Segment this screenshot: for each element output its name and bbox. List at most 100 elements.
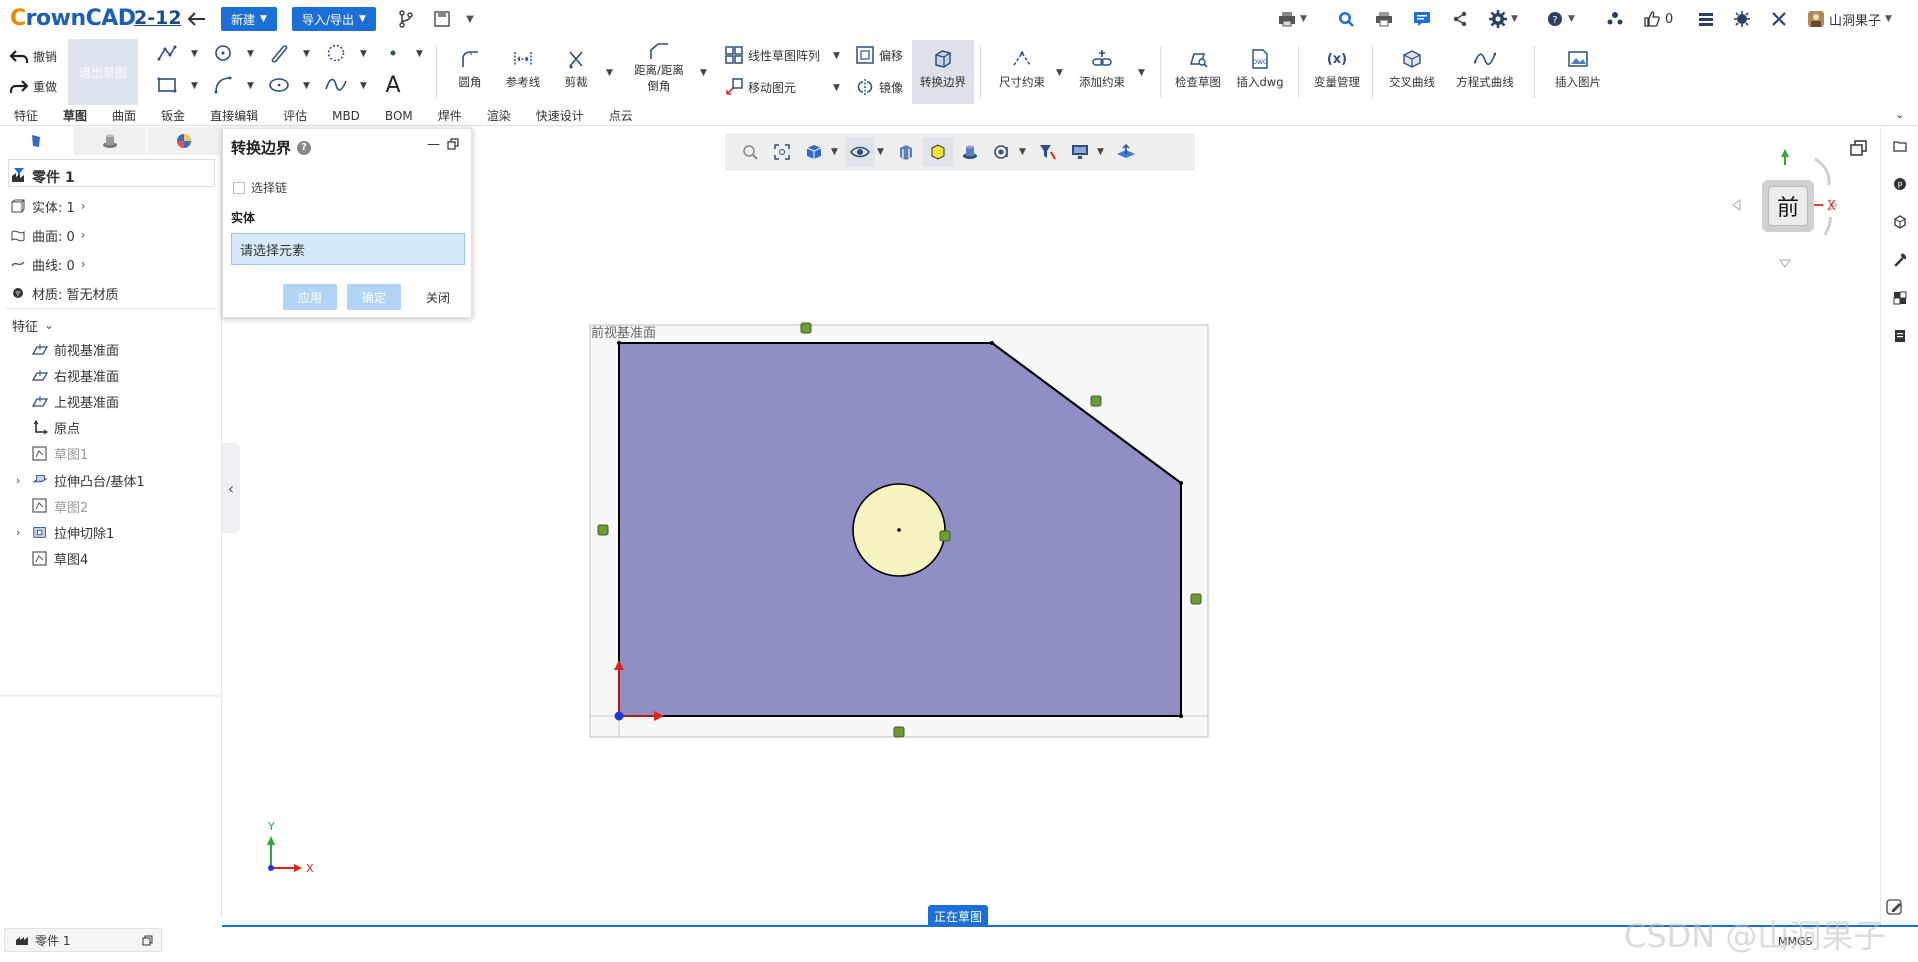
settings-button[interactable]: ▼ [1489, 8, 1518, 30]
rotate-down-icon[interactable] [1779, 259, 1791, 268]
tab-0[interactable]: 特征 [0, 106, 49, 126]
expand-chevron-icon[interactable]: › [16, 526, 26, 539]
chevron-down-icon[interactable]: ▼ [877, 147, 889, 157]
expand-chevron-icon[interactable]: › [16, 474, 26, 487]
rotate-ccw-arrow-icon[interactable] [1823, 216, 1832, 236]
appearance-grid-icon[interactable] [1891, 289, 1909, 307]
sketch-vertex[interactable] [617, 341, 621, 345]
collapse-panel-button[interactable]: ‹ [222, 443, 240, 533]
help-icon[interactable]: ? [297, 140, 312, 155]
chevron-down-icon[interactable]: ▼ [833, 51, 840, 61]
entity-selection-box[interactable]: 请选择元素 [231, 233, 465, 265]
sketch-vertex[interactable] [1179, 714, 1183, 718]
document-tab-part[interactable]: 零件 1 [4, 928, 162, 952]
tree-item[interactable]: › 拉伸凸台/基体1 [16, 468, 145, 492]
origin-point[interactable] [614, 711, 624, 721]
collapse-ribbon-chevron-icon[interactable]: ⌄ [1895, 108, 1904, 121]
chevron-down-icon[interactable]: ▼ [191, 81, 198, 91]
linear-sketch-pattern-button[interactable]: 线性草图阵列 [725, 46, 820, 64]
minimize-icon[interactable]: — [427, 137, 440, 152]
zoom-icon[interactable] [735, 137, 765, 167]
plugin-button[interactable] [1733, 8, 1751, 30]
restore-window-icon[interactable] [1850, 140, 1870, 160]
offset-button[interactable]: 偏移 [856, 46, 903, 64]
tab-10[interactable]: 快速设计 [522, 106, 595, 126]
tab-2[interactable]: 曲面 [98, 106, 147, 126]
branch-icon[interactable] [396, 9, 416, 29]
mirror-button[interactable]: 镜像 [856, 78, 903, 96]
print-layout-button[interactable]: ▼ [1278, 8, 1307, 30]
monitor-icon[interactable] [1065, 137, 1095, 167]
save-icon[interactable] [432, 9, 452, 29]
horizontal-constraint-marker[interactable] [893, 726, 905, 738]
tab-assembly[interactable] [73, 127, 148, 155]
tree-item[interactable]: 草图4 [16, 547, 88, 571]
tab-9[interactable]: 渲染 [473, 106, 522, 126]
chevron-down-icon[interactable]: ▼ [303, 49, 310, 59]
chevron-down-icon[interactable]: ▼ [1138, 68, 1145, 78]
tab-feature-tree[interactable] [0, 127, 74, 155]
distance-chamfer-button[interactable]: 距离/距离 倒角 [630, 40, 688, 104]
checkbox-box[interactable] [233, 181, 245, 194]
part-root[interactable]: 零件 1 [10, 165, 75, 189]
sketch-drawing[interactable]: 前视基准面 Y X [240, 127, 1878, 927]
exit-sketch-button[interactable]: 退出草图 [68, 39, 138, 105]
zoom-fit-icon[interactable] [767, 137, 797, 167]
sketch-vertex[interactable] [1179, 481, 1183, 485]
move-entity-button[interactable]: 移动图元 [725, 78, 796, 96]
tree-item[interactable]: 前视基准面 [16, 337, 119, 361]
circle-center-point[interactable] [897, 528, 901, 532]
apply-button[interactable]: 应用 [283, 284, 337, 310]
comment-button[interactable] [1413, 8, 1431, 30]
horizontal-constraint-marker[interactable] [800, 322, 812, 334]
rotate-left-icon[interactable] [1732, 199, 1741, 211]
tree-item[interactable]: 右视基准面 [16, 363, 119, 387]
chevron-down-icon[interactable]: ▼ [247, 81, 254, 91]
chevron-down-icon[interactable]: ▼ [700, 68, 707, 78]
vertical-constraint-marker[interactable] [597, 524, 609, 536]
circle-constraint-marker[interactable] [939, 530, 951, 542]
visibility-eye-icon[interactable] [845, 137, 875, 167]
polygon-tool-icon[interactable] [325, 42, 347, 64]
like-button[interactable]: 0 [1643, 8, 1673, 30]
user-menu[interactable]: 山洞果子 ▼ [1807, 8, 1892, 30]
selection-filter-icon[interactable] [1033, 137, 1063, 167]
normal-to-icon[interactable] [1111, 137, 1141, 167]
chevron-down-icon[interactable]: ▼ [1056, 68, 1063, 78]
intersection-curve-button[interactable]: 交叉曲线 [1384, 40, 1440, 104]
surface-bodies-folder[interactable]: 曲面: 0 › [10, 223, 86, 247]
model-icon[interactable] [1891, 213, 1909, 231]
tab-7[interactable]: BOM [371, 106, 424, 126]
tab-appearance[interactable] [147, 127, 222, 155]
trim-button[interactable]: 剪裁 [560, 40, 592, 104]
tab-4[interactable]: 直接编辑 [196, 106, 269, 126]
ok-button[interactable]: 确定 [347, 284, 401, 310]
search-button[interactable] [1337, 8, 1355, 30]
book-icon[interactable] [1891, 327, 1909, 345]
rotate-cw-arrow-icon[interactable] [1814, 157, 1831, 186]
ellipse-tool-icon[interactable] [268, 74, 290, 96]
solid-bodies-folder[interactable]: 实体: 1 › [10, 194, 86, 218]
hide-show-icon[interactable] [987, 137, 1017, 167]
tree-item[interactable]: 原点 [16, 416, 80, 440]
rectangle-tool-icon[interactable] [156, 74, 178, 96]
help-button[interactable]: ? ▼ [1546, 8, 1575, 30]
apps-button[interactable] [1770, 8, 1788, 30]
text-tool-icon[interactable]: A [382, 73, 404, 98]
feedback-edit-icon[interactable] [1884, 896, 1906, 918]
spline-tool-icon[interactable] [325, 74, 347, 96]
chevron-down-icon[interactable]: ▼ [606, 68, 613, 78]
redo-button[interactable]: 重做 [10, 78, 57, 95]
tree-item[interactable]: 草图1 [16, 442, 88, 466]
reference-line-button[interactable]: 参考线 [500, 40, 546, 104]
vertical-constraint-marker[interactable] [1190, 593, 1202, 605]
chevron-down-icon[interactable]: ▼ [460, 9, 480, 29]
section-view-icon[interactable] [891, 137, 921, 167]
chevron-down-icon[interactable]: ▼ [1019, 147, 1031, 157]
check-sketch-button[interactable]: 检查草图 [1172, 40, 1224, 104]
dimension-constraint-button[interactable]: 尺寸约束 [994, 40, 1050, 104]
tab-11[interactable]: 点云 [595, 106, 644, 126]
restore-icon[interactable] [142, 935, 153, 946]
sketch-canvas[interactable]: 前视基准面 Y X [240, 127, 1878, 927]
circle-tool-icon[interactable] [212, 42, 234, 64]
